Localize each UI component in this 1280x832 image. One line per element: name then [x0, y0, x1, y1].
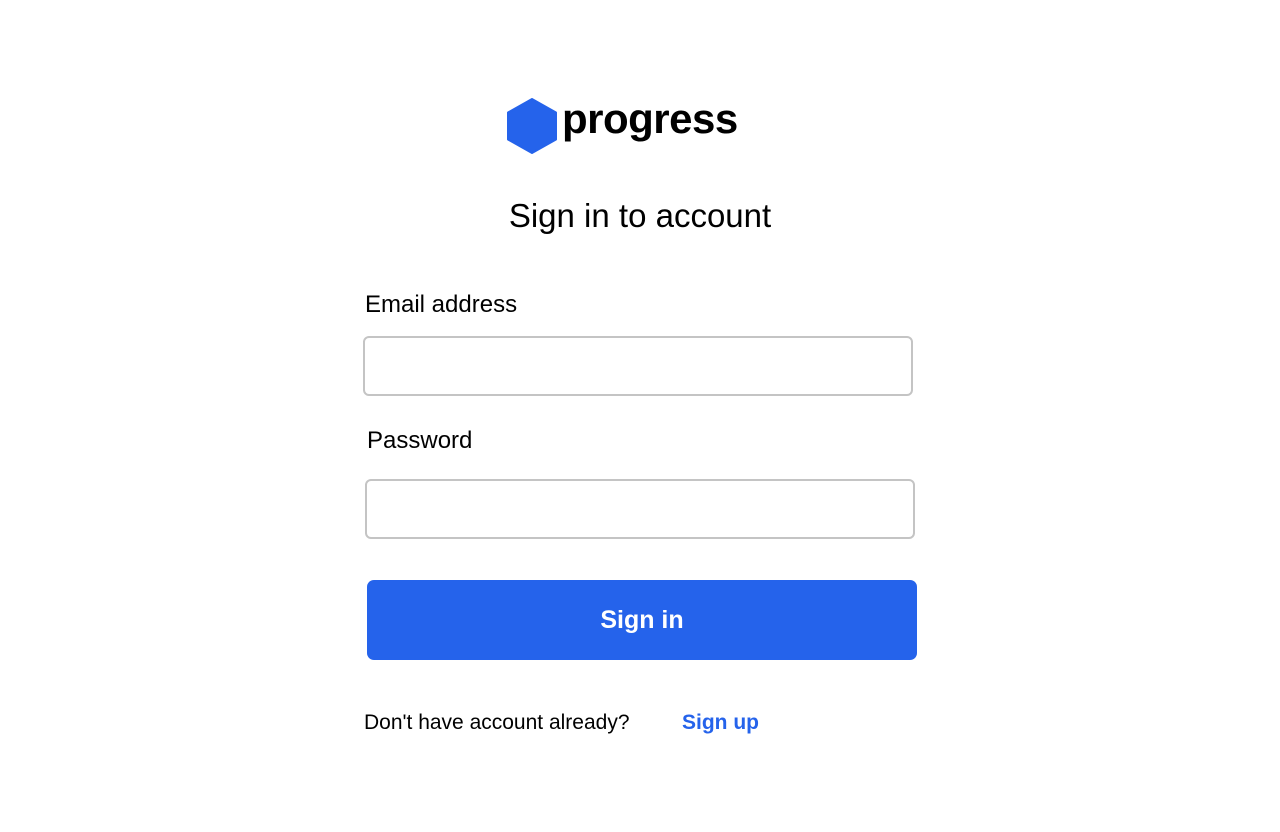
brand-name: progress — [562, 95, 738, 142]
email-label: Email address — [365, 291, 518, 318]
hexagon-logo-icon — [507, 98, 557, 154]
sign-in-button[interactable]: Sign in — [367, 580, 917, 660]
signup-prompt: Don't have account already? — [364, 711, 630, 734]
brand-logo: progress — [507, 98, 738, 154]
page-title: Sign in to account — [508, 197, 772, 234]
password-field[interactable] — [365, 479, 915, 539]
password-label: Password — [367, 427, 473, 454]
sign-up-link[interactable]: Sign up — [682, 709, 759, 737]
email-field[interactable] — [363, 336, 913, 396]
login-page: progress Sign in to account Email addres… — [0, 0, 1280, 832]
